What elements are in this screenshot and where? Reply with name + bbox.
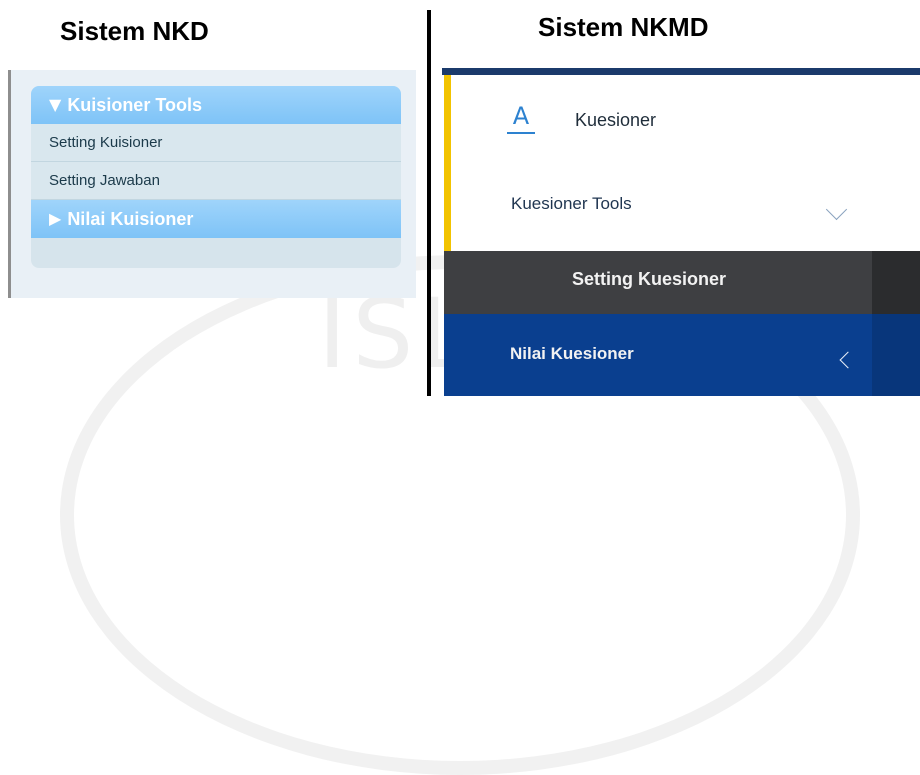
vertical-divider (427, 10, 431, 396)
nkd-setting-kuisioner[interactable]: Setting Kuisioner (31, 124, 401, 162)
nkd-nilai-kuisioner-header[interactable]: ▶ Nilai Kuisioner (31, 200, 401, 238)
nkd-nilai-kuisioner-label: Nilai Kuisioner (67, 209, 194, 229)
nkd-title: Sistem NKD (60, 16, 209, 46)
nkd-sidebar: ▼ Kuisioner Tools Setting Kuisioner Sett… (8, 70, 416, 298)
nkd-menu-box: ▼ Kuisioner Tools Setting Kuisioner Sett… (31, 86, 401, 268)
nkmd-kuesioner-label: Kuesioner (575, 110, 657, 130)
font-a-icon: A (512, 102, 530, 130)
nkmd-title: Sistem NKMD (538, 12, 709, 42)
chevron-left-icon (839, 351, 857, 369)
nkmd-active-indicator (444, 75, 451, 251)
nkmd-top-bar (442, 68, 920, 75)
nkmd-kuesioner-tools-label: Kuesioner Tools (511, 194, 632, 213)
nkmd-setting-kuesioner-label: Setting Kuesioner (572, 269, 727, 289)
nkmd-kuesioner-item[interactable]: A Kuesioner (451, 80, 920, 162)
nilai-row-shade (872, 314, 920, 396)
setting-row-shade (872, 251, 920, 314)
font-a-icon-underline (507, 132, 535, 134)
triangle-down-icon: ▼ (49, 95, 62, 114)
nkmd-setting-kuesioner-item[interactable]: Setting Kuesioner (444, 251, 920, 314)
triangle-right-icon: ▶ (49, 209, 62, 228)
nkd-setting-jawaban[interactable]: Setting Jawaban (31, 162, 401, 200)
nkmd-nilai-kuesioner-item[interactable]: Nilai Kuesioner (444, 314, 920, 396)
chevron-down-icon (825, 198, 848, 221)
nkmd-kuesioner-tools-item[interactable]: Kuesioner Tools (451, 180, 920, 250)
nkd-kuisioner-tools-header[interactable]: ▼ Kuisioner Tools (31, 86, 401, 124)
nkmd-nilai-kuesioner-label: Nilai Kuesioner (510, 344, 634, 363)
nkd-kuisioner-tools-label: Kuisioner Tools (67, 95, 202, 115)
